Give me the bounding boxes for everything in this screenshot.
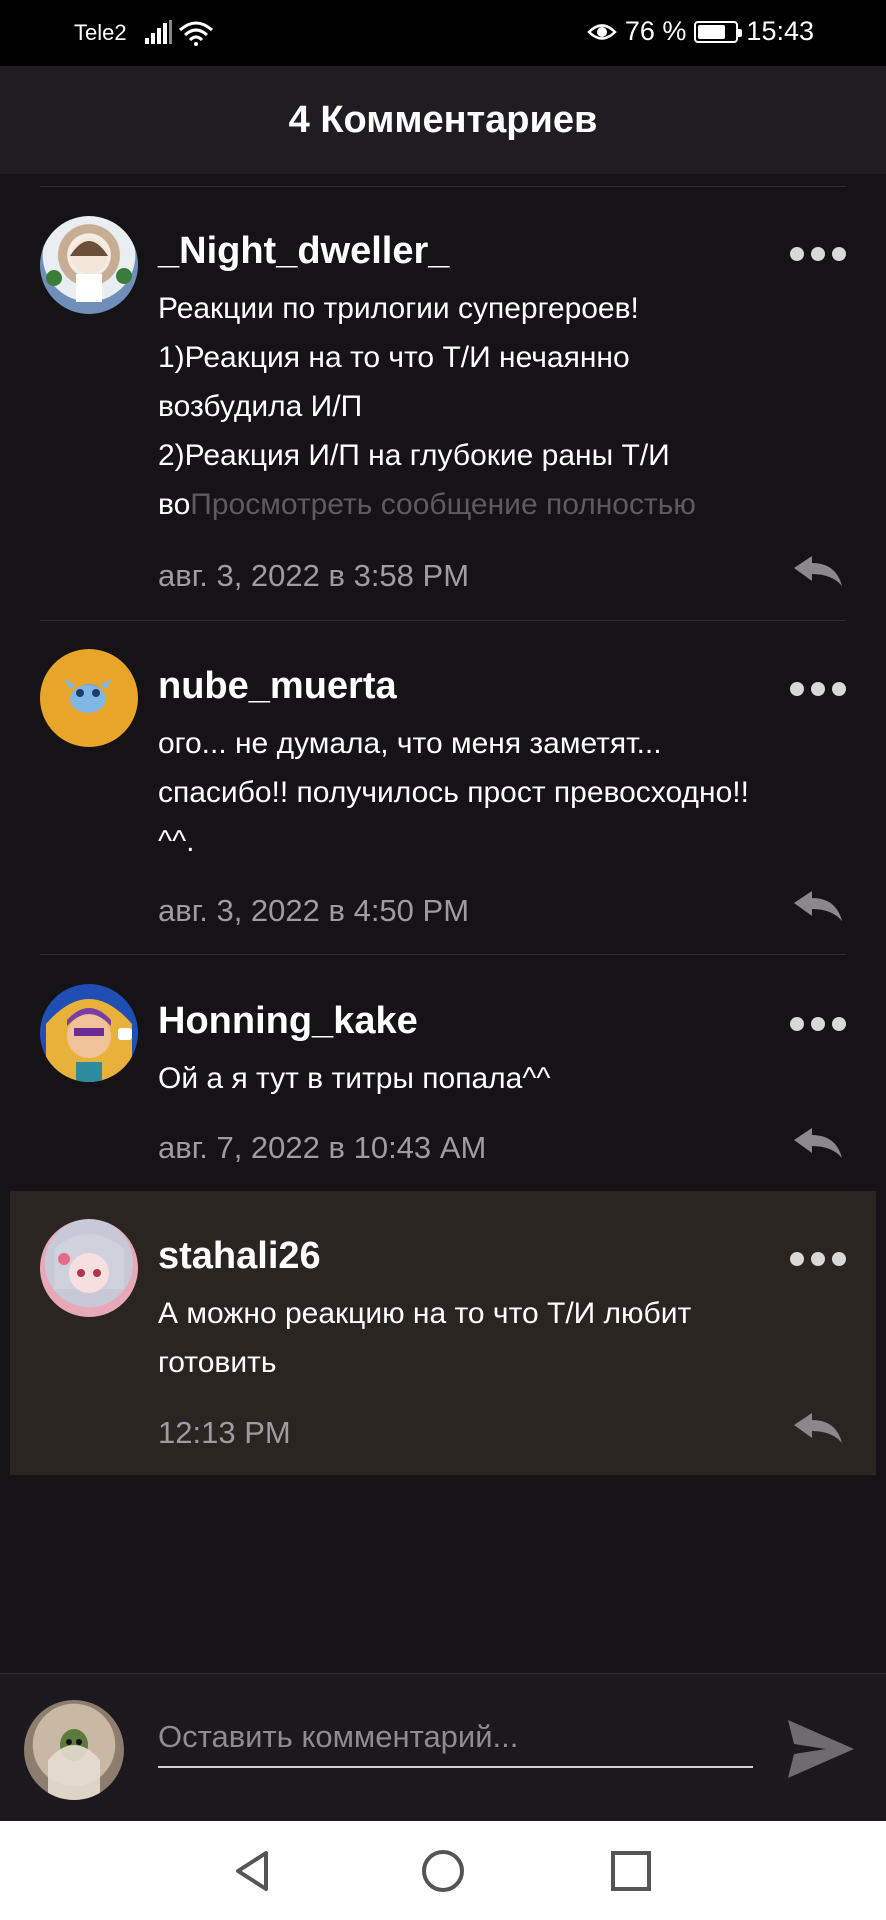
comment-text-line: Ой а я тут в титры попала^^ — [158, 1062, 551, 1095]
divider — [40, 186, 846, 187]
page-title: 4 Комментариев — [288, 98, 598, 141]
comment-text-line: спасибо!! получилось прост превосходно!! — [158, 776, 749, 809]
truncated-text: во — [158, 488, 191, 521]
comments-header: 4 Комментариев — [0, 66, 886, 174]
avatar-image — [64, 679, 112, 713]
comment-text-line: возбудила И/П — [158, 390, 363, 423]
more-dots-icon[interactable] — [790, 679, 846, 699]
avatar-image — [48, 1729, 100, 1800]
system-nav-bar — [0, 1821, 886, 1920]
comment-username[interactable]: Honning_kake — [158, 1000, 418, 1043]
comment-timestamp: авг. 7, 2022 в 10:43 AM — [158, 1130, 487, 1165]
comment-timestamp: авг. 3, 2022 в 4:50 PM — [158, 893, 470, 928]
comment-text: ого... не думала, что меня заметят... сп… — [158, 719, 878, 866]
comment-item: nube_muerta ого... не думала, что меня з… — [0, 645, 886, 955]
avatar-image — [54, 1234, 124, 1293]
comment-username[interactable]: _Night_dweller_ — [158, 230, 449, 273]
comment-text-line: ^^. — [158, 825, 195, 858]
eye-comfort-icon — [587, 23, 617, 40]
more-dots-icon[interactable] — [790, 1014, 846, 1034]
comment-text: Ой а я тут в титры попала^^ — [158, 1054, 858, 1103]
avatar[interactable] — [40, 1219, 138, 1317]
clock: 15:43 — [746, 16, 814, 46]
avatar-image — [46, 999, 132, 1082]
comment-item-highlighted: stahali26 А можно реакцию на то что Т/И … — [10, 1191, 876, 1475]
reply-arrow-icon[interactable] — [792, 554, 844, 588]
comment-text-line: Реакции по трилогии супергероев! — [158, 292, 639, 325]
nav-back-icon[interactable] — [230, 1847, 278, 1895]
reply-arrow-icon[interactable] — [792, 1126, 844, 1160]
comment-composer: Оставить комментарий... — [0, 1673, 886, 1821]
nav-recents-icon[interactable] — [607, 1847, 655, 1895]
status-bar: Tele2 76 % 15:43 — [0, 0, 886, 66]
comment-text-line: ого... не думала, что меня заметят... — [158, 727, 662, 760]
comment-text-line: 2)Реакция И/П на глубокие раны Т/И — [158, 439, 670, 472]
read-more-link[interactable]: Просмотреть сообщение полностью — [190, 488, 696, 521]
avatar[interactable] — [40, 984, 138, 1082]
reply-arrow-icon[interactable] — [792, 889, 844, 923]
wifi-icon — [179, 21, 213, 46]
more-dots-icon[interactable] — [790, 244, 846, 264]
signal-icon — [145, 20, 172, 44]
comment-text-line: 1)Реакция на то что Т/И нечаянно — [158, 341, 630, 374]
comment-text-line: А можно реакцию на то что Т/И любит — [158, 1297, 692, 1330]
reply-arrow-icon[interactable] — [792, 1411, 844, 1445]
divider — [40, 954, 846, 955]
comment-timestamp: авг. 3, 2022 в 3:58 PM — [158, 558, 470, 593]
comment-text-line: воПросмотреть сообщение полностью — [158, 480, 858, 529]
more-dots-icon[interactable] — [790, 1249, 846, 1269]
comment-item: _Night_dweller_ Реакции по трилогии супе… — [0, 210, 886, 620]
send-icon[interactable] — [786, 1716, 856, 1782]
avatar-image — [46, 238, 132, 302]
avatar[interactable] — [40, 216, 138, 314]
my-avatar — [24, 1700, 124, 1800]
comment-username[interactable]: nube_muerta — [158, 665, 397, 708]
comment-timestamp: 12:13 PM — [158, 1415, 291, 1450]
comment-text: А можно реакцию на то что Т/И любит гото… — [158, 1289, 858, 1387]
comment-text-line: готовить — [158, 1346, 277, 1379]
carrier-name: Tele2 — [74, 20, 127, 45]
battery-percent: 76 % — [624, 16, 687, 46]
comment-input[interactable]: Оставить комментарий... — [158, 1708, 753, 1768]
divider — [40, 620, 846, 621]
comment-username[interactable]: stahali26 — [158, 1235, 321, 1278]
comment-item: Honning_kake Ой а я тут в титры попала^^… — [0, 980, 886, 1190]
comment-text: Реакции по трилогии супергероев! 1)Реакц… — [158, 284, 858, 529]
nav-home-icon[interactable] — [419, 1847, 467, 1895]
avatar[interactable] — [40, 649, 138, 747]
battery-icon — [694, 20, 743, 43]
battery-fill — [698, 24, 725, 39]
